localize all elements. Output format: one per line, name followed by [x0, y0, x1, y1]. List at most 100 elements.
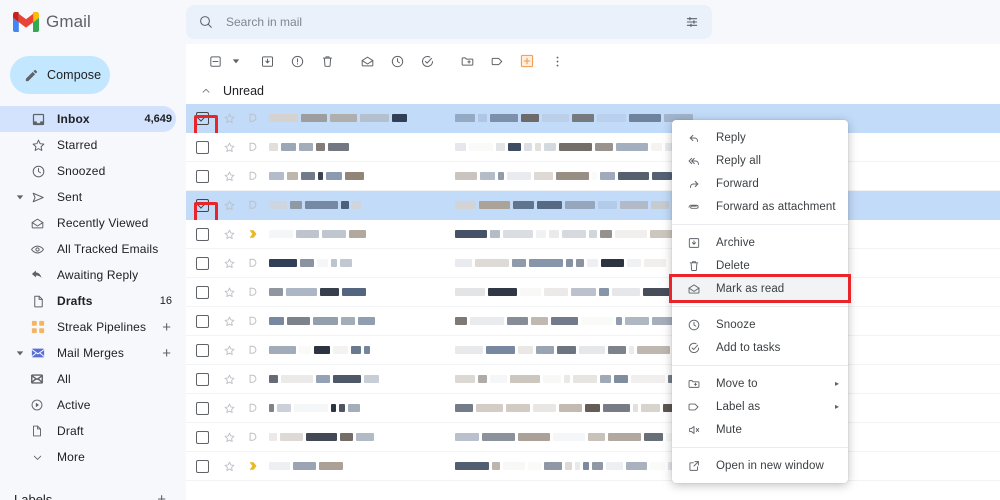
table-row[interactable] — [186, 249, 1000, 278]
mark-as-read-button[interactable] — [352, 46, 382, 76]
checkbox-icon[interactable] — [195, 343, 209, 357]
row-checkbox[interactable] — [186, 169, 218, 183]
row-checkbox[interactable] — [186, 372, 218, 386]
sidebar-item-more[interactable]: More — [0, 444, 176, 470]
reply-arrow-icon[interactable] — [241, 372, 265, 386]
menu-item-move-to[interactable]: Move to ▸ — [672, 372, 848, 395]
checkbox-icon[interactable] — [195, 372, 209, 386]
row-checkbox[interactable] — [186, 285, 218, 299]
sidebar-item-active[interactable]: Active — [0, 392, 176, 418]
checkbox-icon[interactable] — [195, 111, 209, 125]
star-icon[interactable] — [218, 228, 241, 241]
star-icon[interactable] — [218, 141, 241, 154]
snooze-button[interactable] — [382, 46, 412, 76]
important-marker-icon[interactable] — [241, 227, 265, 241]
reply-arrow-icon[interactable] — [241, 314, 265, 328]
row-checkbox[interactable] — [186, 227, 218, 241]
row-checkbox[interactable] — [186, 140, 218, 154]
add-label-button[interactable]: + — [157, 491, 166, 500]
table-row[interactable] — [186, 278, 1000, 307]
reply-arrow-icon[interactable] — [241, 256, 265, 270]
tune-filter-icon[interactable] — [684, 14, 700, 30]
row-checkbox[interactable] — [186, 314, 218, 328]
table-row[interactable] — [186, 394, 1000, 423]
reply-arrow-icon[interactable] — [241, 111, 265, 125]
menu-item-archive[interactable]: Archive — [672, 231, 848, 254]
add-mail-merge-button[interactable]: + — [162, 346, 176, 361]
sidebar-item-mail-merges[interactable]: Mail Merges + — [0, 340, 176, 366]
menu-item-label-as[interactable]: Label as ▸ — [672, 395, 848, 418]
reply-arrow-icon[interactable] — [241, 198, 265, 212]
table-row[interactable] — [186, 365, 1000, 394]
sidebar-item-starred[interactable]: Starred — [0, 132, 176, 158]
star-icon[interactable] — [218, 373, 241, 386]
important-marker-icon[interactable] — [241, 459, 265, 473]
streak-box-button[interactable] — [512, 46, 542, 76]
menu-item-reply[interactable]: Reply — [672, 126, 848, 149]
sidebar-item-all[interactable]: All — [0, 366, 176, 392]
checkbox-icon[interactable] — [195, 256, 209, 270]
select-all-checkbox[interactable] — [200, 46, 230, 76]
star-icon[interactable] — [218, 431, 241, 444]
checkbox-icon[interactable] — [195, 198, 209, 212]
checkbox-icon[interactable] — [195, 285, 209, 299]
star-icon[interactable] — [218, 402, 241, 415]
checkbox-icon[interactable] — [195, 401, 209, 415]
star-icon[interactable] — [218, 112, 241, 125]
row-checkbox[interactable] — [186, 343, 218, 357]
checkbox-icon[interactable] — [195, 459, 209, 473]
sidebar-item-streak-pipelines[interactable]: Streak Pipelines + — [0, 314, 176, 340]
table-row[interactable] — [186, 191, 1000, 226]
search-bar[interactable]: Search in mail — [186, 5, 712, 39]
row-checkbox[interactable] — [186, 459, 218, 473]
delete-button[interactable] — [312, 46, 342, 76]
star-icon[interactable] — [218, 170, 241, 183]
row-checkbox[interactable] — [186, 430, 218, 444]
row-checkbox[interactable] — [186, 401, 218, 415]
checkbox-icon[interactable] — [195, 140, 209, 154]
checkbox-icon[interactable] — [195, 169, 209, 183]
add-to-tasks-button[interactable] — [412, 46, 442, 76]
reply-arrow-icon[interactable] — [241, 285, 265, 299]
sidebar-item-draft[interactable]: Draft — [0, 418, 176, 444]
reply-arrow-icon[interactable] — [241, 430, 265, 444]
search-input[interactable]: Search in mail — [226, 15, 672, 29]
star-icon[interactable] — [218, 199, 241, 212]
star-icon[interactable] — [218, 286, 241, 299]
reply-arrow-icon[interactable] — [241, 343, 265, 357]
table-row[interactable] — [186, 133, 1000, 162]
table-row[interactable] — [186, 220, 1000, 249]
star-icon[interactable] — [218, 315, 241, 328]
table-row[interactable] — [186, 307, 1000, 336]
archive-button[interactable] — [252, 46, 282, 76]
add-pipeline-button[interactable]: + — [162, 320, 176, 335]
sidebar-item-recently-viewed[interactable]: Recently Viewed — [0, 210, 176, 236]
unread-section-header[interactable]: Unread — [186, 78, 1000, 104]
star-icon[interactable] — [218, 460, 241, 473]
move-to-button[interactable] — [452, 46, 482, 76]
checkbox-icon[interactable] — [195, 227, 209, 241]
row-checkbox[interactable] — [186, 198, 218, 226]
menu-item-mute[interactable]: Mute — [672, 418, 848, 441]
chevron-up-icon[interactable] — [200, 85, 212, 97]
menu-item-forward-as-attachment[interactable]: Forward as attachment — [672, 195, 848, 218]
menu-item-mark-as-read[interactable]: Mark as read — [669, 274, 851, 303]
sidebar-item-snoozed[interactable]: Snoozed — [0, 158, 176, 184]
sidebar-item-sent[interactable]: Sent — [0, 184, 176, 210]
star-icon[interactable] — [218, 257, 241, 270]
reply-arrow-icon[interactable] — [241, 169, 265, 183]
sidebar-item-drafts[interactable]: Drafts 16 — [0, 288, 176, 314]
select-all-dropdown-icon[interactable] — [230, 46, 242, 76]
twisty-down-icon[interactable] — [13, 193, 27, 201]
sidebar-item-inbox[interactable]: Inbox 4,649 — [0, 106, 176, 132]
table-row[interactable] — [186, 104, 1000, 139]
menu-item-reply-all[interactable]: Reply all — [672, 149, 848, 172]
report-spam-button[interactable] — [282, 46, 312, 76]
table-row[interactable] — [186, 336, 1000, 365]
menu-item-add-to-tasks[interactable]: Add to tasks — [672, 336, 848, 359]
table-row[interactable] — [186, 452, 1000, 481]
more-options-button[interactable] — [542, 46, 572, 76]
sidebar-item-all-tracked-emails[interactable]: All Tracked Emails — [0, 236, 176, 262]
table-row[interactable] — [186, 162, 1000, 191]
star-icon[interactable] — [218, 344, 241, 357]
